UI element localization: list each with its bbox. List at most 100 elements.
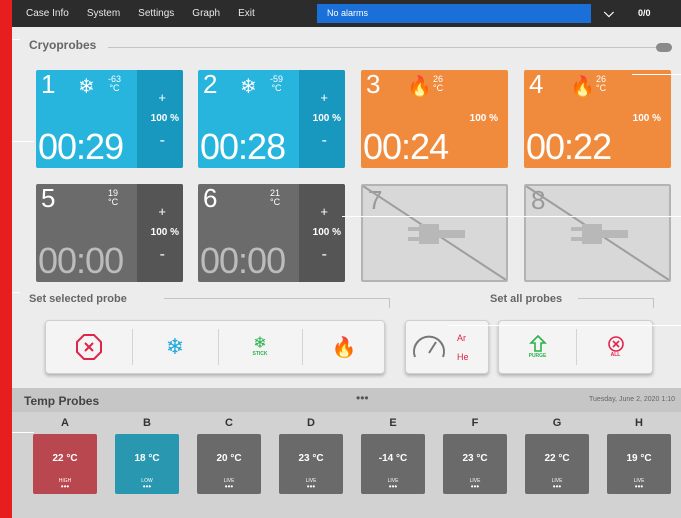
annotation-line <box>12 141 34 142</box>
temp-probes-header: Temp Probes ••• Tuesday, June 2, 2020 1:… <box>12 388 681 412</box>
probe-temp: 19 °C <box>108 188 119 207</box>
decrease-button[interactable]: - <box>322 132 327 150</box>
probe-tile-4[interactable]: 4 🔥 26 °C 100 % 00:22 <box>524 70 671 168</box>
menu-case-info[interactable]: Case Info <box>26 8 69 19</box>
probe-temp: 26 °C <box>596 74 607 93</box>
set-selected-title: Set selected probe <box>29 293 127 305</box>
stop-icon <box>607 336 624 352</box>
more-options-icon[interactable]: ••• <box>33 483 97 491</box>
probe-timer: 00:00 <box>200 240 286 281</box>
temp-probe-letter: C <box>225 417 233 429</box>
alarm-banner[interactable]: No alarms <box>317 4 591 23</box>
stop-all-button[interactable]: ALL <box>577 321 654 373</box>
probe-number: 2 <box>203 70 218 99</box>
more-options-icon[interactable]: ••• <box>607 483 671 491</box>
more-options-icon[interactable]: ••• <box>525 483 589 491</box>
increase-button[interactable]: + <box>320 90 328 105</box>
annotation-line <box>342 216 681 217</box>
increase-button[interactable]: + <box>158 90 166 105</box>
cryoprobes-title: Cryoprobes <box>29 38 97 52</box>
probe-tile-2[interactable]: 2 ❄ -59 °C + 100 % - 00:28 <box>198 70 345 168</box>
probe-timer: 00:24 <box>363 126 449 167</box>
probe-tile-6[interactable]: 6 21 °C + 100 % - 00:00 <box>198 184 345 282</box>
temp-probe-letter: E <box>389 417 397 429</box>
temp-value: 18 °C <box>134 453 160 464</box>
menu-graph[interactable]: Graph <box>192 8 220 19</box>
menu-system[interactable]: System <box>87 8 120 19</box>
temp-probe-card-c[interactable]: 20 °C LIVE ••• <box>197 434 261 494</box>
power-percent: 100 % <box>150 227 179 238</box>
section-divider <box>653 298 654 308</box>
probe-tile-3[interactable]: 3 🔥 26 °C 100 % 00:24 <box>361 70 508 168</box>
stick-label: STICK <box>252 351 268 357</box>
increase-button[interactable]: + <box>158 204 166 219</box>
stop-button[interactable] <box>46 321 132 373</box>
set-all-panel: PURGE ALL <box>498 320 653 374</box>
annotation-line <box>12 39 20 40</box>
probe-number: 1 <box>41 70 56 99</box>
snowflake-icon: ❄ <box>165 334 185 359</box>
more-options-icon[interactable]: ••• <box>115 483 179 491</box>
annotation-line <box>12 292 20 293</box>
gas-pressure-button[interactable]: Ar He <box>405 320 489 374</box>
set-all-title: Set all probes <box>490 293 563 305</box>
power-percent: 100 % <box>632 113 661 124</box>
probe-number: 3 <box>366 70 381 99</box>
stick-button[interactable]: ❄ STICK <box>218 321 302 373</box>
snowflake-icon: ❄ <box>240 76 257 98</box>
temp-probe-card-a[interactable]: 22 °C HIGH ••• <box>33 434 97 494</box>
decrease-button[interactable]: - <box>160 132 165 150</box>
more-options-icon[interactable]: ••• <box>356 391 369 405</box>
temp-probe-card-d[interactable]: 23 °C LIVE ••• <box>279 434 343 494</box>
double-chevron-down-icon[interactable]: ⌵ <box>604 5 614 21</box>
temp-probe-card-e[interactable]: -14 °C LIVE ••• <box>361 434 425 494</box>
probe-tile-5[interactable]: 5 19 °C + 100 % - 00:00 <box>36 184 183 282</box>
probe-tile-8[interactable]: 8 <box>524 184 671 282</box>
menu-bar: Case Info System Settings Graph Exit No … <box>12 0 681 27</box>
more-options-icon[interactable]: ••• <box>279 483 343 491</box>
temp-probe-letter: H <box>635 417 643 429</box>
probe-number: 6 <box>203 184 218 213</box>
disconnected-plug-icon <box>526 186 669 280</box>
temp-value: 22 °C <box>544 453 570 464</box>
set-selected-panel: ❄ ❄ STICK 🔥 <box>45 320 385 374</box>
more-options-icon[interactable]: ••• <box>197 483 261 491</box>
more-options-icon[interactable]: ••• <box>361 483 425 491</box>
increase-button[interactable]: + <box>320 204 328 219</box>
snowflake-icon: ❄ <box>253 335 267 352</box>
probe-temp: 21 °C <box>270 188 281 207</box>
temp-probe-card-g[interactable]: 22 °C LIVE ••• <box>525 434 589 494</box>
probe-temp: -63 °C <box>108 74 122 93</box>
probe-tile-7[interactable]: 7 <box>361 184 508 282</box>
temp-probes-title: Temp Probes <box>24 394 100 408</box>
probe-number: 4 <box>529 70 544 99</box>
probe-temp: -59 °C <box>270 74 284 93</box>
thaw-button[interactable]: 🔥 <box>302 321 386 373</box>
temp-probe-letter: F <box>471 417 479 429</box>
temp-value: 23 °C <box>298 453 324 464</box>
section-divider <box>108 47 660 48</box>
menu-settings[interactable]: Settings <box>138 8 174 19</box>
temp-value: 23 °C <box>462 453 488 464</box>
temp-probe-letter: G <box>552 417 562 429</box>
menu-exit[interactable]: Exit <box>238 8 255 19</box>
disconnected-plug-icon <box>363 186 506 280</box>
freeze-button[interactable]: ❄ <box>132 321 218 373</box>
probe-tile-1[interactable]: 1 ❄ -63 °C + 100 % - 00:29 <box>36 70 183 168</box>
temp-probe-card-b[interactable]: 18 °C LOW ••• <box>115 434 179 494</box>
flame-icon: 🔥 <box>331 336 357 359</box>
purge-button[interactable]: PURGE <box>499 321 576 373</box>
probe-timer: 00:00 <box>38 240 124 281</box>
temp-probe-card-f[interactable]: 23 °C LIVE ••• <box>443 434 507 494</box>
decrease-button[interactable]: - <box>160 246 165 264</box>
temp-probe-letter: B <box>143 417 151 429</box>
annotation-line <box>12 432 34 433</box>
power-percent: 100 % <box>312 113 341 124</box>
decrease-button[interactable]: - <box>322 246 327 264</box>
annotation-line <box>448 325 681 326</box>
collapse-toggle[interactable] <box>656 43 672 52</box>
more-options-icon[interactable]: ••• <box>443 483 507 491</box>
temp-probe-card-h[interactable]: 19 °C LIVE ••• <box>607 434 671 494</box>
section-divider <box>389 298 390 308</box>
power-percent: 100 % <box>312 227 341 238</box>
